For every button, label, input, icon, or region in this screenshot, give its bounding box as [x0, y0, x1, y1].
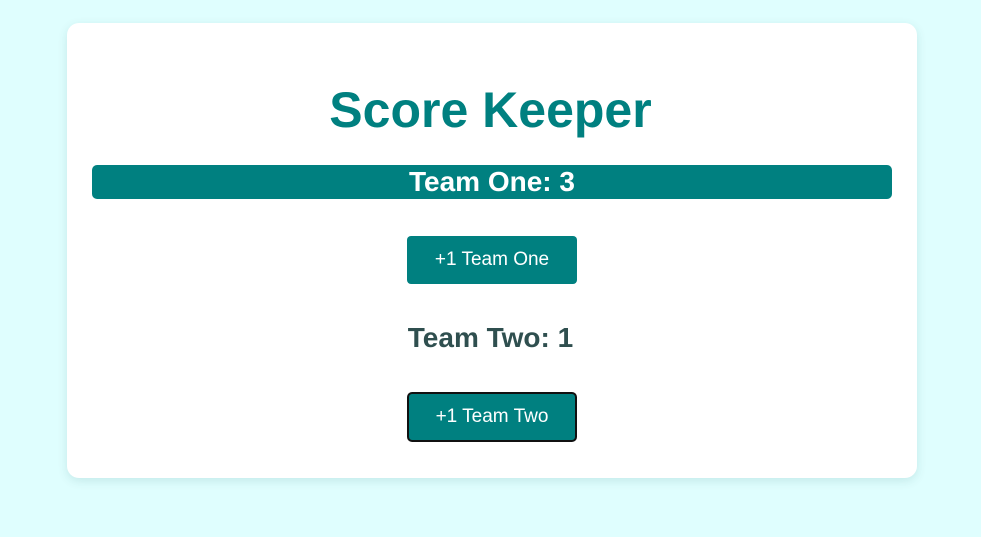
page-title: Score Keeper — [329, 82, 652, 138]
add-point-team-one-button[interactable]: +1 Team One — [407, 236, 577, 284]
add-point-team-two-button[interactable]: +1 Team Two — [407, 392, 577, 442]
team-one-score: Team One: 3 — [92, 165, 892, 199]
team-two-score: Team Two: 1 — [407, 322, 574, 353]
